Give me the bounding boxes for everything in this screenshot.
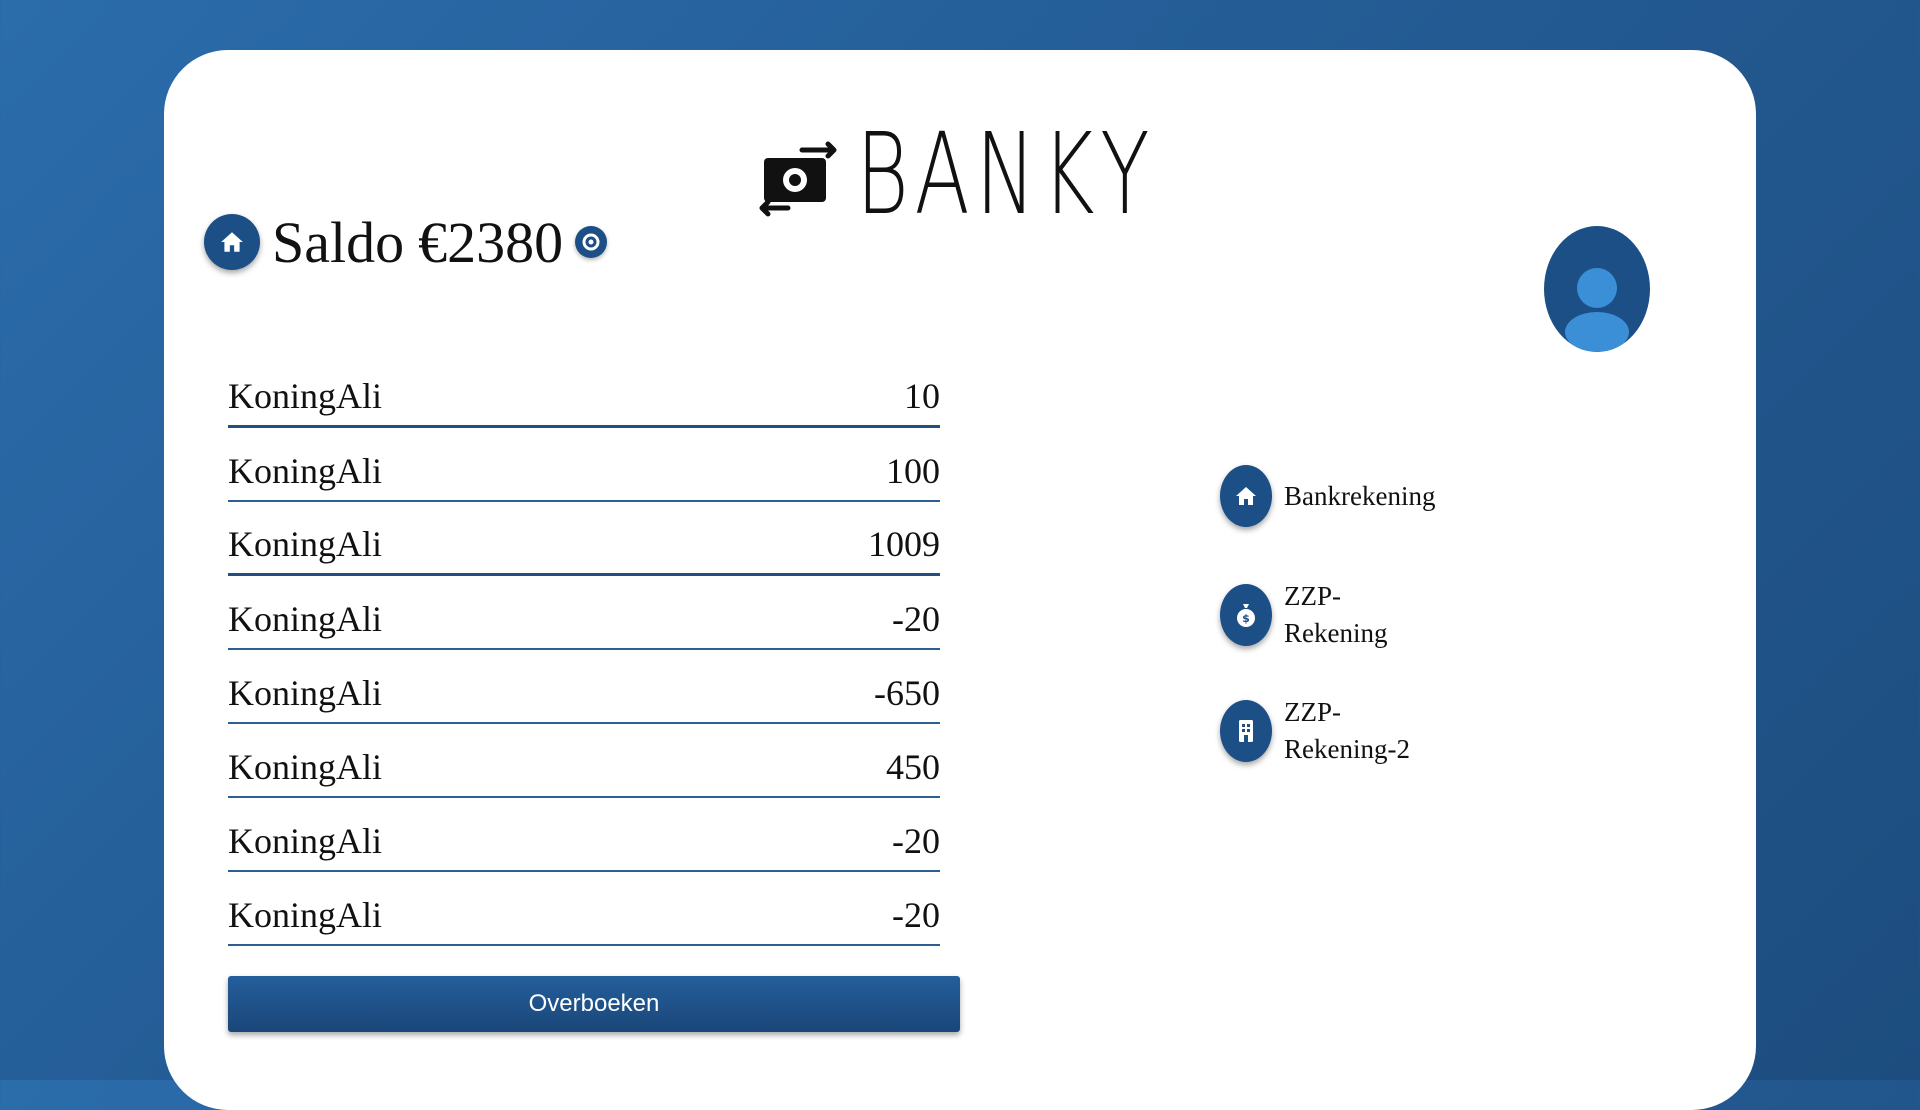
user-avatar-icon[interactable] (1544, 226, 1650, 352)
money-transfer-icon (759, 141, 837, 217)
app-logo[interactable]: BANKY (758, 110, 1149, 240)
building-icon (1220, 700, 1272, 762)
transaction-name: KoningAli (228, 673, 383, 713)
transaction-row[interactable]: KoningAli 10 (228, 356, 940, 428)
transaction-name: KoningAli (228, 821, 383, 861)
transaction-name: KoningAli (228, 747, 383, 787)
transaction-name: KoningAli (228, 451, 383, 491)
home-icon[interactable] (204, 214, 260, 270)
transaction-name: KoningAli (228, 524, 383, 564)
eye-icon[interactable] (575, 226, 608, 258)
account-item-zzp-rekening[interactable]: $ ZZP-Rekening (1220, 578, 1434, 652)
transaction-row[interactable]: KoningAli -20 (228, 578, 940, 650)
transaction-amount: -650 (874, 673, 940, 713)
transaction-name: KoningAli (228, 376, 383, 416)
transaction-amount: -20 (892, 821, 940, 861)
money-bag-icon: $ (1220, 584, 1272, 646)
transaction-name: KoningAli (228, 968, 382, 976)
account-label: ZZP-Rekening-2 (1284, 697, 1410, 764)
transaction-amount: 450 (886, 747, 940, 787)
balance-display: Saldo €2380 (272, 209, 563, 276)
transaction-amount: 10 (904, 376, 940, 416)
transaction-list[interactable]: KoningAli 10 KoningAli 100 KoningAli 100… (228, 356, 940, 976)
main-card: BANKY Saldo €2380 KoningAli 10 KoningAli… (164, 50, 1756, 1110)
balance-amount: €2380 (418, 209, 564, 275)
transaction-name: KoningAli (228, 599, 383, 639)
home-icon (1220, 465, 1272, 527)
transaction-amount: 234 (886, 968, 940, 976)
svg-text:$: $ (1242, 612, 1250, 625)
account-item-bankrekening[interactable]: Bankrekening (1220, 465, 1436, 527)
transfer-button[interactable]: Overboeken (228, 976, 960, 1032)
transaction-row[interactable]: KoningAli 234 (228, 948, 940, 976)
transaction-amount: -20 (892, 599, 940, 639)
transaction-name: KoningAli (228, 895, 383, 935)
account-label: ZZP-Rekening (1284, 581, 1388, 648)
transaction-row[interactable]: KoningAli 1009 (228, 504, 940, 576)
transaction-row[interactable]: KoningAli -20 (228, 800, 940, 872)
app-title: BANKY (856, 110, 1156, 240)
balance-label: Saldo (272, 209, 405, 275)
transaction-amount: 1009 (868, 524, 940, 564)
transaction-row[interactable]: KoningAli -20 (228, 874, 940, 946)
transaction-amount: 100 (886, 451, 940, 491)
transaction-amount: -20 (892, 895, 940, 935)
transaction-row[interactable]: KoningAli 100 (228, 430, 940, 502)
transaction-row[interactable]: KoningAli -650 (228, 652, 940, 724)
account-item-zzp-rekening-2[interactable]: ZZP-Rekening-2 (1220, 694, 1434, 768)
transaction-row[interactable]: KoningAli 450 (228, 726, 940, 798)
account-label: Bankrekening (1284, 480, 1436, 511)
balance-header: Saldo €2380 (204, 202, 608, 282)
